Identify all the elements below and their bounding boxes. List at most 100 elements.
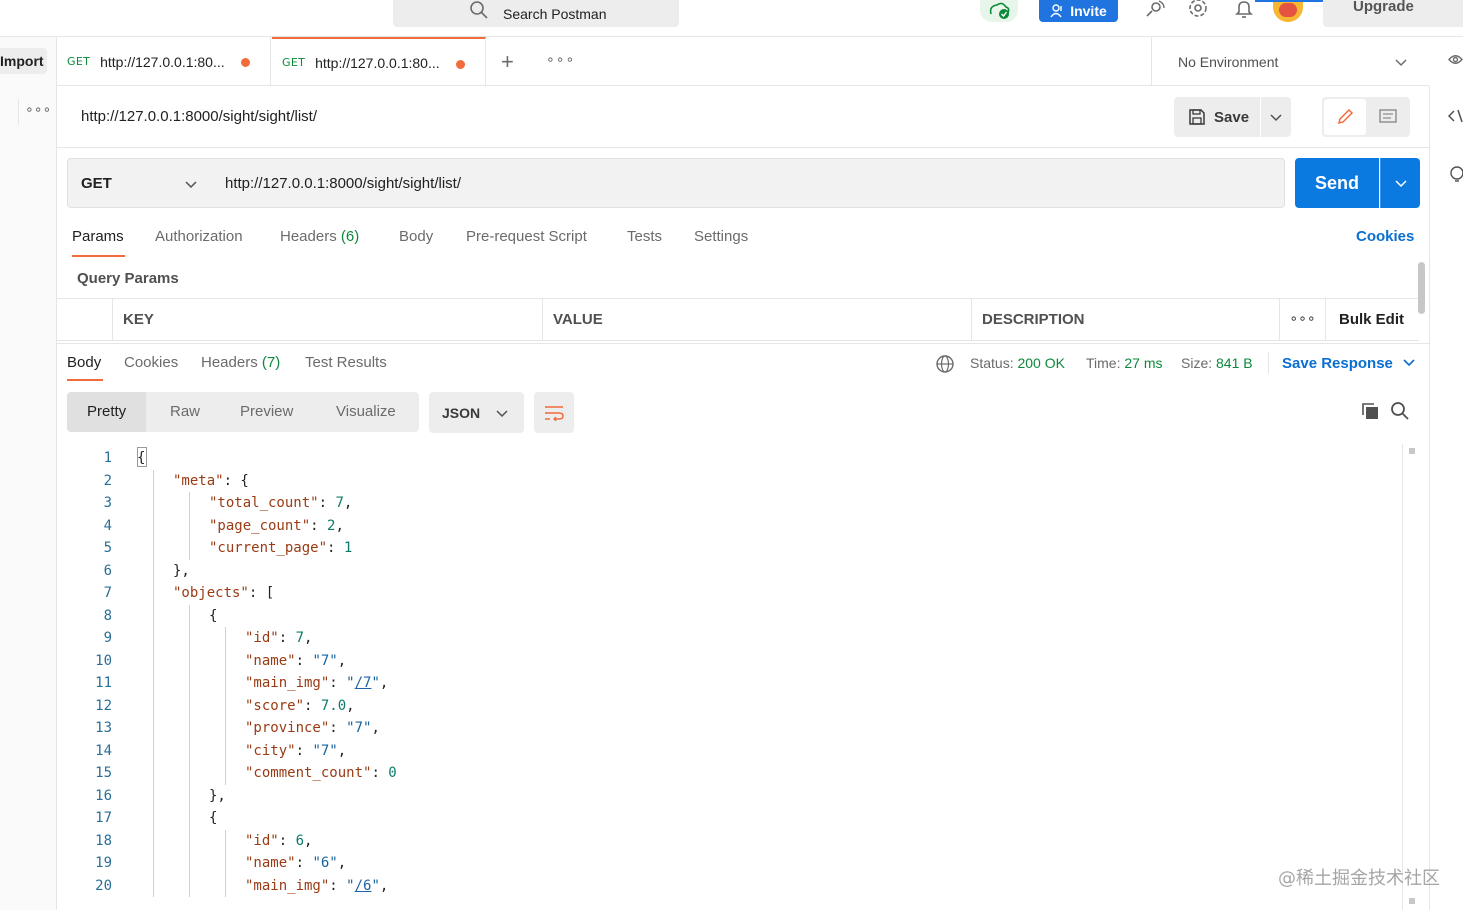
tab-body[interactable]: Body (399, 228, 433, 245)
code-snippet-icon[interactable] (1447, 108, 1463, 127)
code-text: "id": 7, (245, 627, 312, 649)
tab-headers[interactable]: Headers (6) (280, 228, 359, 245)
code-line: 12 "score": 7.0, (57, 695, 1402, 717)
table-more-icon[interactable]: ∘∘∘ (1279, 299, 1325, 340)
request-tabs-bar: GET http://127.0.0.1:80... GET http://12… (57, 37, 1429, 86)
bracket-match-highlight (137, 447, 147, 467)
indent-guide (153, 852, 154, 875)
request-title[interactable]: http://127.0.0.1:8000/sight/sight/list/ (81, 108, 317, 125)
tabs-more-icon[interactable]: ∘∘∘ (546, 51, 575, 68)
info-lightbulb-icon[interactable] (1448, 166, 1463, 187)
scroll-down-arrow[interactable] (1409, 898, 1415, 904)
tab-count: (6) (340, 228, 360, 245)
indent-guide (225, 717, 226, 740)
save-options-dropdown[interactable] (1261, 97, 1291, 137)
view-pretty-button[interactable]: Pretty (67, 392, 147, 432)
response-body-viewer[interactable]: 1{2 "meta": {3 "total_count": 7, 4 "page_cou… (57, 444, 1402, 910)
search-icon[interactable] (1390, 401, 1410, 424)
indent-guide (153, 649, 154, 672)
copy-icon[interactable] (1360, 401, 1380, 424)
send-options-dropdown[interactable] (1380, 158, 1420, 208)
upgrade-button[interactable]: Upgrade (1323, 0, 1463, 27)
scrollbar-thumb[interactable] (1418, 262, 1425, 314)
query-params-table: KEY VALUE DESCRIPTION ∘∘∘ Bulk Edit (57, 298, 1419, 341)
sidebar-more-icon[interactable]: ∘∘∘ (18, 99, 51, 125)
environment-quick-look-icon[interactable] (1448, 52, 1463, 70)
response-format-select[interactable]: JSON (429, 392, 524, 433)
user-avatar[interactable] (1273, 0, 1303, 22)
code-text: "current_page": 1 (209, 537, 352, 559)
url-link[interactable]: /7 (355, 675, 372, 691)
http-method-select[interactable]: GET (67, 158, 212, 208)
code-text: "name": "6", (245, 852, 346, 874)
response-tab-headers[interactable]: Headers (7) (201, 354, 280, 371)
time-label: Time: (1086, 355, 1121, 371)
tab-count: (7) (261, 354, 281, 371)
line-number: 12 (95, 697, 112, 714)
environment-selector[interactable]: No Environment (1151, 37, 1431, 86)
wrap-lines-button[interactable] (534, 392, 574, 433)
code-token: , (335, 517, 344, 534)
bulk-edit-button[interactable]: Bulk Edit (1325, 299, 1419, 340)
response-tab-test-results[interactable]: Test Results (305, 354, 387, 371)
satellite-icon[interactable] (1143, 0, 1165, 20)
view-visualize-button[interactable]: Visualize (336, 392, 396, 432)
edit-mode-button[interactable] (1324, 99, 1366, 135)
code-text: "main_img": "/7", (245, 672, 388, 694)
column-header-value: VALUE (542, 299, 971, 340)
globe-icon[interactable] (935, 354, 955, 377)
code-line: 9 "id": 7, (57, 627, 1402, 649)
scroll-up-arrow[interactable] (1409, 448, 1415, 454)
code-token: }, (209, 787, 226, 804)
code-text: }, (173, 560, 190, 582)
line-number: 19 (95, 855, 112, 871)
response-time[interactable]: Time: 27 ms (1086, 355, 1163, 371)
save-response-button[interactable]: Save Response (1282, 355, 1415, 372)
view-preview-button[interactable]: Preview (240, 392, 293, 432)
code-scrollbar[interactable] (1402, 444, 1420, 910)
left-sidebar: Import ∘∘∘ (0, 37, 57, 910)
search-postman-input[interactable]: Search Postman (393, 0, 679, 27)
status-value: 200 OK (1017, 355, 1065, 371)
send-button[interactable]: Send (1295, 158, 1379, 208)
tab-params[interactable]: Params (72, 228, 124, 245)
invite-button[interactable]: Invite (1039, 0, 1118, 22)
line-number: 10 (95, 652, 112, 669)
tab-url: http://127.0.0.1:80... (315, 54, 440, 71)
response-divider[interactable] (57, 343, 1429, 344)
chevron-down-icon (1270, 114, 1282, 122)
indent-guide (225, 762, 226, 785)
code-line: 11 "main_img": "/7", (57, 672, 1402, 694)
divider (57, 147, 1429, 148)
save-label: Save (1214, 108, 1250, 126)
code-token: , (371, 720, 380, 736)
indent-guide (225, 694, 226, 717)
response-tab-cookies[interactable]: Cookies (124, 354, 178, 371)
settings-gear-icon[interactable] (1187, 0, 1209, 20)
indent-guide (189, 762, 190, 785)
save-button[interactable]: Save (1174, 97, 1260, 137)
indent-guide (189, 852, 190, 875)
response-size[interactable]: Size: 841 B (1181, 355, 1253, 371)
code-token: "score" (245, 697, 305, 714)
indent-guide (189, 627, 190, 650)
sync-status-icon[interactable] (980, 0, 1018, 22)
comments-button[interactable] (1368, 99, 1408, 135)
response-status[interactable]: Status: 200 OK (970, 355, 1065, 371)
line-number: 9 (103, 630, 112, 646)
import-button[interactable]: Import (0, 48, 47, 74)
tab-settings[interactable]: Settings (694, 228, 748, 245)
tab-pre-request-script[interactable]: Pre-request Script (466, 228, 587, 245)
request-tab-active[interactable]: GET http://127.0.0.1:80... (272, 37, 486, 86)
new-tab-icon[interactable]: + (501, 49, 514, 75)
tab-authorization[interactable]: Authorization (155, 228, 243, 245)
response-tab-body[interactable]: Body (67, 354, 101, 371)
view-raw-button[interactable]: Raw (170, 392, 200, 432)
code-token: "total_count" (209, 495, 319, 511)
notification-bell-icon[interactable] (1233, 0, 1255, 20)
cookies-link[interactable]: Cookies (1356, 228, 1414, 245)
request-tab[interactable]: GET http://127.0.0.1:80... (57, 37, 271, 86)
url-link[interactable]: /6 (355, 878, 372, 894)
tab-tests[interactable]: Tests (627, 228, 662, 245)
request-url-input[interactable] (211, 158, 1285, 208)
